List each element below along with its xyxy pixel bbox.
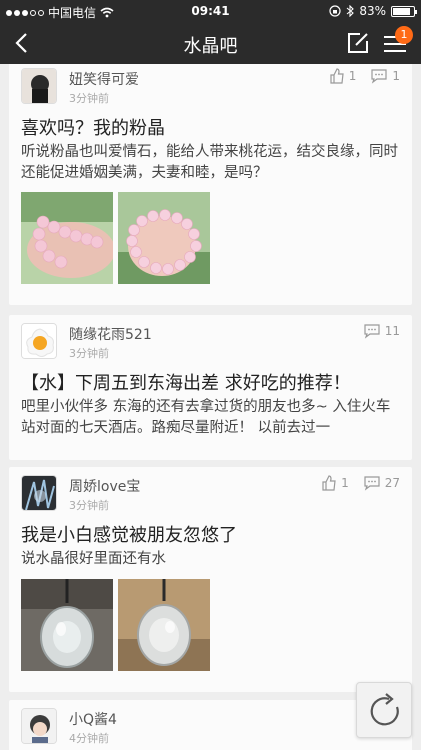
avatar[interactable] — [21, 475, 57, 511]
rotation-lock-icon — [329, 5, 341, 17]
bluetooth-icon — [346, 5, 355, 17]
post-stats: 1 1 — [329, 68, 400, 84]
comment-stat[interactable]: 11 — [363, 323, 400, 339]
post-title[interactable]: 喜欢吗？我的粉晶 — [21, 114, 165, 140]
post-title[interactable]: 我是小白感觉被朋友忽悠了 — [21, 521, 237, 547]
battery-icon — [391, 5, 417, 17]
post-images — [21, 579, 210, 671]
post-time: 3分钟前 — [69, 92, 109, 105]
post-author[interactable]: 随缘花雨521 — [69, 324, 152, 344]
thumbs-up-icon — [322, 475, 336, 491]
comment-bubble-icon — [364, 324, 380, 339]
status-right: 83% — [329, 4, 417, 18]
post-author[interactable]: 妞笑得可爱 — [69, 69, 139, 89]
thumbs-up-icon — [330, 68, 344, 84]
like-count: 1 — [341, 476, 349, 490]
post-time: 4分钟前 — [69, 732, 109, 745]
comment-stat[interactable]: 1 — [370, 68, 400, 84]
post-image[interactable] — [21, 192, 113, 284]
refresh-icon — [370, 693, 399, 726]
comment-count: 11 — [384, 324, 400, 338]
battery-percent: 83% — [359, 4, 386, 18]
post-image[interactable] — [118, 192, 210, 284]
post-body[interactable]: 说水晶很好里面还有水 — [21, 549, 401, 570]
comment-count: 27 — [384, 476, 400, 490]
post-body[interactable]: 听说粉晶也叫爱情石，能给人带来桃花运，结交良缘，同时还能促进婚姻美满，夫妻和睦，… — [21, 142, 401, 184]
post-feed[interactable]: 妞笑得可爱 3分钟前 1 1 喜欢吗？我的粉晶 听说粉晶也叫爱情石，能给人带来桃… — [0, 64, 421, 750]
post-stats: 11 — [363, 323, 400, 339]
comment-bubble-icon — [364, 476, 380, 491]
post-card[interactable]: 随缘花雨521 3分钟前 11 【水】下周五到东海出差 求好吃的推荐！ 吧里小伙… — [9, 315, 412, 460]
post-card[interactable]: 妞笑得可爱 3分钟前 1 1 喜欢吗？我的粉晶 听说粉晶也叫爱情石，能给人带来桃… — [9, 64, 412, 305]
refresh-button[interactable] — [356, 682, 412, 738]
avatar[interactable] — [21, 68, 57, 104]
post-card[interactable]: 周娇love宝 3分钟前 1 27 我是小白感觉被朋友忽悠了 说水晶很好里面还有… — [9, 467, 412, 692]
post-body[interactable]: 吧里小伙伴多 东海的还有去拿过货的朋友也多~ 入住火车站对面的七天酒店。路痴尽量… — [21, 397, 401, 439]
comment-stat[interactable]: 27 — [363, 475, 400, 491]
status-bar: 中国电信 09:41 83% — [0, 0, 421, 22]
like-count: 1 — [348, 69, 357, 83]
comment-count: 1 — [392, 69, 400, 83]
nav-bar: 水晶吧 1 — [0, 22, 421, 64]
post-author[interactable]: 周娇love宝 — [69, 476, 140, 496]
post-image[interactable] — [21, 579, 113, 671]
post-time: 3分钟前 — [69, 499, 109, 512]
post-stats: 1 27 — [321, 475, 400, 491]
post-time: 3分钟前 — [69, 347, 109, 360]
avatar[interactable] — [21, 323, 57, 359]
post-author[interactable]: 小Q酱4 — [69, 709, 117, 729]
post-image[interactable] — [118, 579, 210, 671]
like-stat[interactable]: 1 — [329, 68, 357, 84]
avatar[interactable] — [21, 708, 57, 744]
compose-icon[interactable] — [347, 32, 369, 54]
comment-bubble-icon — [371, 69, 387, 84]
post-title[interactable]: 【水】下周五到东海出差 求好吃的推荐！ — [21, 369, 351, 395]
post-card[interactable]: 小Q酱4 4分钟前 — [9, 700, 412, 750]
menu-badge: 1 — [395, 26, 413, 44]
like-stat[interactable]: 1 — [321, 475, 349, 491]
post-images — [21, 192, 210, 284]
